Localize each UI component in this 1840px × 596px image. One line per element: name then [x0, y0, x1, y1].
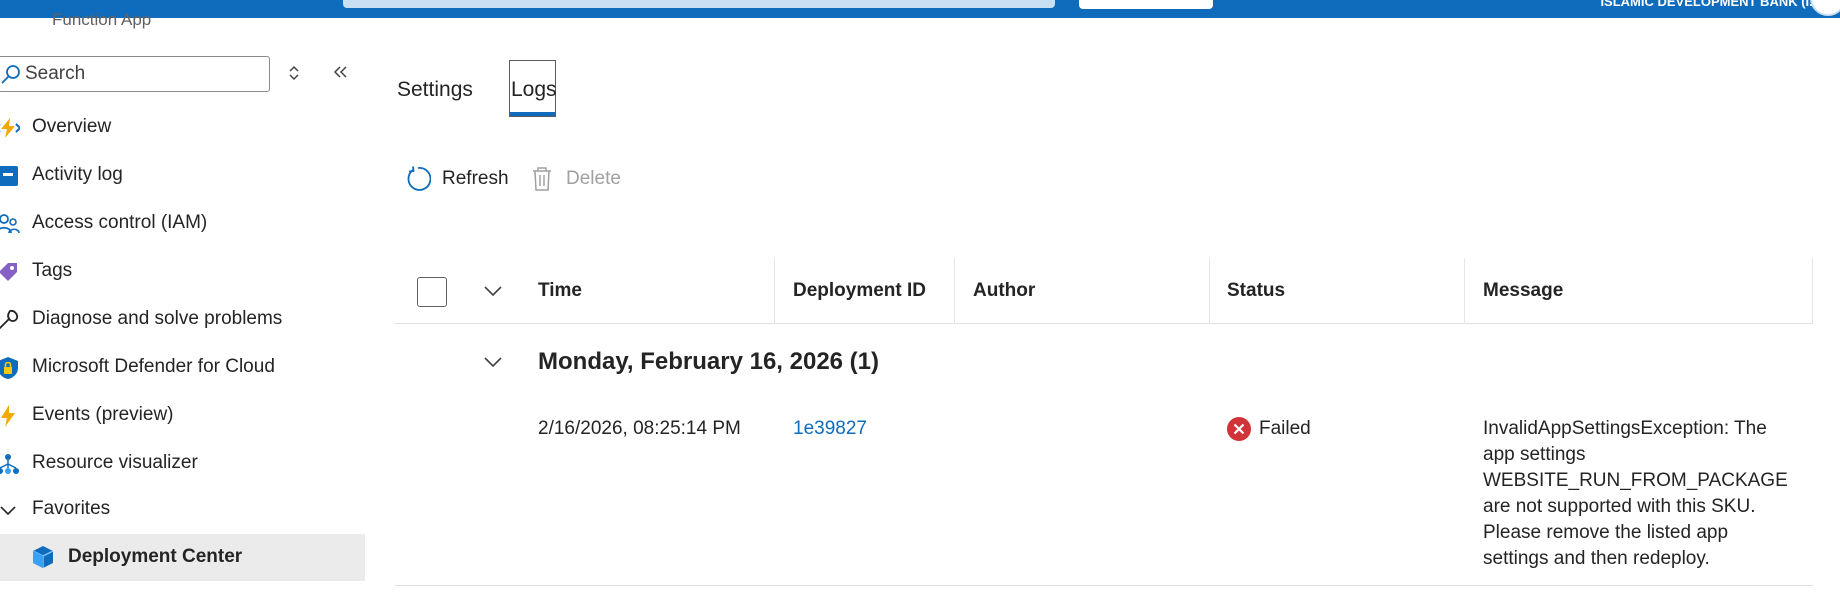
- refresh-button[interactable]: Refresh: [404, 162, 509, 196]
- cube-icon: [32, 546, 54, 568]
- tab-settings[interactable]: Settings: [397, 60, 473, 117]
- sidebar-item-resource-visualizer[interactable]: Resource visualizer: [0, 443, 365, 483]
- sidebar-search[interactable]: [0, 56, 270, 92]
- sidebar-item-label: Resource visualizer: [32, 452, 198, 473]
- hierarchy-icon: [0, 454, 19, 474]
- refresh-label: Refresh: [442, 168, 509, 189]
- column-divider[interactable]: [1464, 258, 1465, 324]
- sidebar-item-overview[interactable]: Overview: [0, 107, 365, 147]
- sidebar-item-tags[interactable]: Tags: [0, 251, 365, 291]
- deployment-id-link[interactable]: 1e39827: [793, 416, 867, 442]
- copilot-button[interactable]: [1079, 0, 1213, 9]
- sidebar-item-events[interactable]: Events (preview): [0, 395, 365, 435]
- status-label: Failed: [1259, 418, 1311, 439]
- activity-log-icon: [0, 166, 18, 186]
- column-header-deployment-id[interactable]: Deployment ID: [793, 258, 926, 324]
- avatar[interactable]: [1810, 0, 1840, 16]
- function-bolt-icon: [0, 118, 20, 138]
- group-header-row: Monday, February 16, 2026 (1): [395, 330, 1813, 392]
- tag-icon: [0, 263, 17, 281]
- column-header-time[interactable]: Time: [538, 258, 582, 324]
- lightning-icon: [1, 405, 15, 427]
- sidebar: Overview Activity log Access control (IA…: [0, 0, 365, 596]
- refresh-icon: [404, 165, 432, 193]
- column-divider[interactable]: [1209, 258, 1210, 324]
- column-divider[interactable]: [1812, 258, 1813, 324]
- group-collapse-button[interactable]: [481, 350, 505, 374]
- cell-time: 2/16/2026, 08:25:14 PM: [538, 418, 741, 439]
- chevron-down-icon: [0, 506, 16, 516]
- cell-status: Failed: [1227, 416, 1311, 442]
- sidebar-item-label: Deployment Center: [68, 546, 243, 567]
- column-header-author[interactable]: Author: [973, 258, 1035, 324]
- error-icon: [1227, 417, 1251, 441]
- delete-button[interactable]: Delete: [528, 162, 621, 196]
- sidebar-item-label: Access control (IAM): [32, 212, 208, 233]
- sidebar-group-favorites[interactable]: Favorites: [0, 489, 365, 529]
- table-row[interactable]: 2/16/2026, 08:25:14 PM 1e39827 Failed In…: [395, 400, 1813, 586]
- tab-logs[interactable]: Logs: [509, 60, 557, 117]
- column-divider[interactable]: [954, 258, 955, 324]
- grid-header: Time Deployment ID Author Status Message: [395, 258, 1813, 324]
- column-header-message[interactable]: Message: [1483, 258, 1563, 324]
- sidebar-item-label: Diagnose and solve problems: [32, 308, 283, 329]
- global-search-box[interactable]: [343, 0, 1055, 8]
- collapse-sidebar-icon[interactable]: [330, 62, 350, 84]
- search-icon: [1, 65, 20, 84]
- people-icon: [0, 214, 20, 234]
- sidebar-item-label: Events (preview): [32, 404, 174, 425]
- sidebar-item-label: Microsoft Defender for Cloud: [32, 356, 275, 377]
- column-divider[interactable]: [774, 258, 775, 324]
- sidebar-item-label: Overview: [32, 116, 112, 137]
- tenant-name[interactable]: ISLAMIC DEVELOPMENT BANK (I...: [1520, 0, 1820, 9]
- search-input[interactable]: [25, 57, 265, 91]
- sidebar-item-deployment-center[interactable]: Deployment Center: [0, 534, 365, 581]
- shield-lock-icon: [0, 357, 18, 379]
- sort-icon[interactable]: [286, 62, 302, 84]
- wrench-icon: [0, 309, 19, 330]
- collapse-all-button[interactable]: [481, 279, 505, 303]
- sidebar-item-diagnose[interactable]: Diagnose and solve problems: [0, 299, 365, 339]
- sidebar-item-label: Tags: [32, 260, 73, 281]
- sidebar-item-defender[interactable]: Microsoft Defender for Cloud: [0, 347, 365, 387]
- sidebar-item-access-control[interactable]: Access control (IAM): [0, 203, 365, 243]
- sidebar-item-label: Activity log: [32, 164, 123, 185]
- cell-message: InvalidAppSettingsException: The app set…: [1483, 418, 1788, 569]
- group-title: Monday, February 16, 2026 (1): [538, 348, 880, 375]
- delete-label: Delete: [566, 168, 621, 189]
- sidebar-group-label: Favorites: [32, 498, 111, 519]
- sidebar-item-activity-log[interactable]: Activity log: [0, 155, 365, 195]
- trash-icon: [528, 165, 556, 193]
- select-all-checkbox[interactable]: [417, 277, 447, 307]
- column-header-status[interactable]: Status: [1227, 258, 1285, 324]
